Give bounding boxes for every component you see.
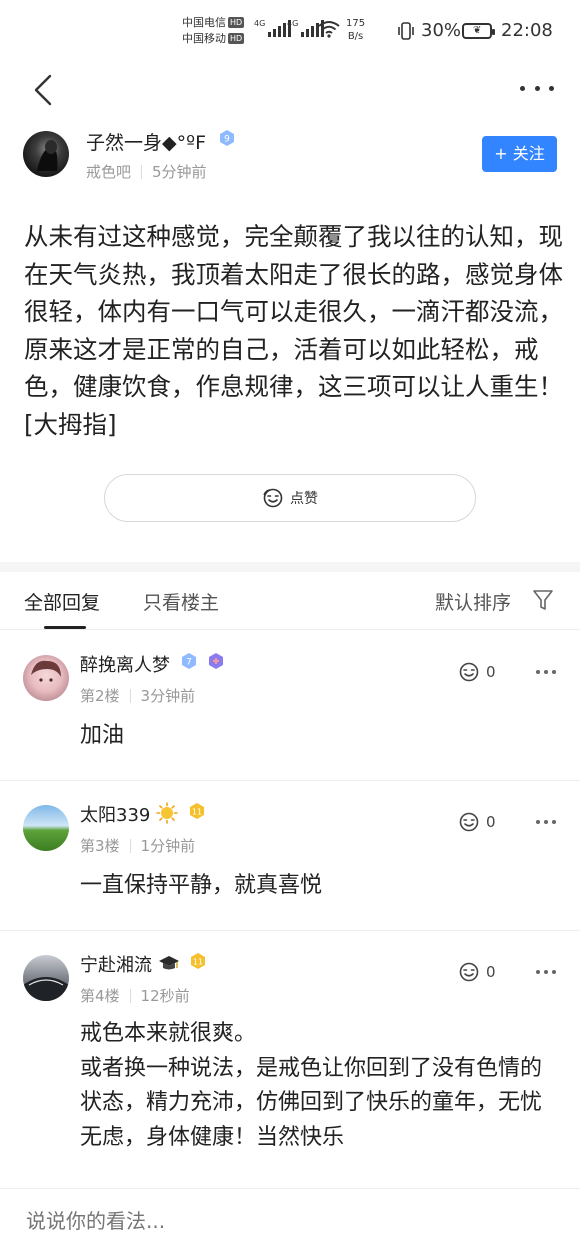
svg-text:11: 11 [192,808,202,817]
reply-tabs: 全部回复 只看楼主 默认排序 [0,572,580,630]
post-meta: 戒色吧 5分钟前 [86,161,207,182]
comment-author-name[interactable]: 宁赴湘流 [80,955,152,976]
network-type: 4G [287,19,299,28]
comment-text-line: 或者换一种说法，是戒色让你回到了没有色情的状态，精力充沛，仿佛回到了快乐的童年，… [80,1055,543,1150]
clock: 22:08 [501,20,553,41]
carrier-1: 中国电信 [182,16,226,29]
comment-author[interactable]: 醉挽离人梦 7 [80,651,225,677]
avatar[interactable] [23,955,69,1001]
svg-text:9: 9 [224,135,230,145]
reply-input[interactable] [26,1209,526,1233]
follow-button[interactable]: + 关注 [482,136,557,172]
comment-author-name[interactable]: 太阳339 [80,805,150,826]
battery-icon: ❦ [462,23,495,39]
avatar[interactable] [23,131,69,177]
tab-owner-only[interactable]: 只看楼主 [143,588,219,615]
like-icon [459,662,479,682]
comment-author[interactable]: 宁赴湘流 11 [80,951,207,977]
comment-item: 宁赴湘流 11 第4楼 12秒前 0 戒色本来就很爽。 或者换一种说法，是戒色让你… [0,931,580,1188]
comment-meta: 第4楼 12秒前 [80,985,190,1006]
post-author-name[interactable]: 子然一身◆°ºF [86,132,206,154]
comment-like-button[interactable]: 0 [458,960,498,984]
signal-icon: 4G [254,19,292,37]
nav-bar [0,62,580,118]
comment-meta: 第3楼 1分钟前 [80,835,195,856]
comment-like-button[interactable]: 0 [458,660,498,684]
more-horizontal-icon[interactable] [536,662,556,682]
chevron-left-icon[interactable] [26,70,60,110]
like-label: 点赞 [290,491,318,507]
comment-text-line: 戒色本来就很爽。 [80,1021,257,1046]
floor-number: 第4楼 [80,987,120,1005]
member-badge-icon [209,653,224,669]
level-badge-icon: 7 [181,653,196,669]
like-count: 0 [486,963,496,981]
svg-text:11: 11 [193,958,203,967]
reply-bar [0,1188,580,1256]
network-speed: 175 B/s [346,17,365,43]
like-icon [459,962,479,982]
sun-emoji-icon [156,802,178,824]
comment-text: 戒色本来就很爽。 或者换一种说法，是戒色让你回到了没有色情的状态，精力充沛，仿佛… [80,1017,560,1155]
network-type: 4G [254,19,266,28]
comment-author-name[interactable]: 醉挽离人梦 [80,655,170,676]
floor-number: 第2楼 [80,687,120,705]
comment-text: 一直保持平静，就真喜悦 [80,873,323,898]
comment-text: 加油 [80,723,125,748]
more-horizontal-icon[interactable] [536,812,556,832]
svg-text:7: 7 [186,658,192,668]
level-badge-icon: 9 [220,130,235,146]
avatar[interactable] [23,805,69,851]
active-tab-indicator [44,626,86,629]
comment-like-button[interactable]: 0 [458,810,498,834]
comment-time: 12秒前 [140,987,190,1005]
level-badge-icon: 11 [189,803,204,819]
comment-item: 醉挽离人梦 7 第2楼 3分钟前 0 加油 [0,631,580,781]
hd-badge: HD [228,17,245,28]
section-divider [0,562,580,572]
filter-icon[interactable] [532,588,554,612]
hd-badge: HD [228,33,245,44]
avatar[interactable] [23,655,69,701]
more-horizontal-icon[interactable] [536,962,556,982]
comment-time: 1分钟前 [140,837,196,855]
battery-percent: 30% [421,20,462,41]
comment-time: 3分钟前 [140,687,196,705]
speed-unit: B/s [347,31,364,42]
forum-name[interactable]: 戒色吧 [86,163,131,181]
wifi-icon [318,21,340,38]
carrier-info: 中国电信 HD 中国移动 HD [182,15,245,47]
more-horizontal-icon[interactable] [520,78,554,98]
like-count: 0 [486,663,496,681]
like-count: 0 [486,813,496,831]
comment-item: 太阳339 11 第3楼 1分钟前 0 一直保持平静，就真喜悦 [0,781,580,931]
status-bar: 中国电信 HD 中国移动 HD 4G 4G 175 B/s 30% ❦ 22:08 [0,0,580,62]
like-button[interactable]: 点赞 [104,474,476,522]
tab-all-replies[interactable]: 全部回复 [24,588,100,615]
carrier-2: 中国移动 [182,32,226,45]
like-icon [459,812,479,832]
post-time: 5分钟前 [152,163,207,181]
comment-author[interactable]: 太阳339 11 [80,801,206,827]
like-icon [263,488,283,508]
speed-value: 175 [346,18,366,29]
level-badge-icon: 11 [191,953,206,969]
sort-button[interactable]: 默认排序 [435,588,511,615]
post-author[interactable]: 子然一身◆°ºF 9 [86,128,236,155]
floor-number: 第3楼 [80,837,120,855]
graduation-cap-icon [158,956,179,970]
comment-meta: 第2楼 3分钟前 [80,685,195,706]
post-body: 从未有过这种感觉，完全颠覆了我以往的认知，现在天气炎热，我顶着太阳走了很长的路，… [24,222,563,439]
vibrate-icon [398,22,414,40]
